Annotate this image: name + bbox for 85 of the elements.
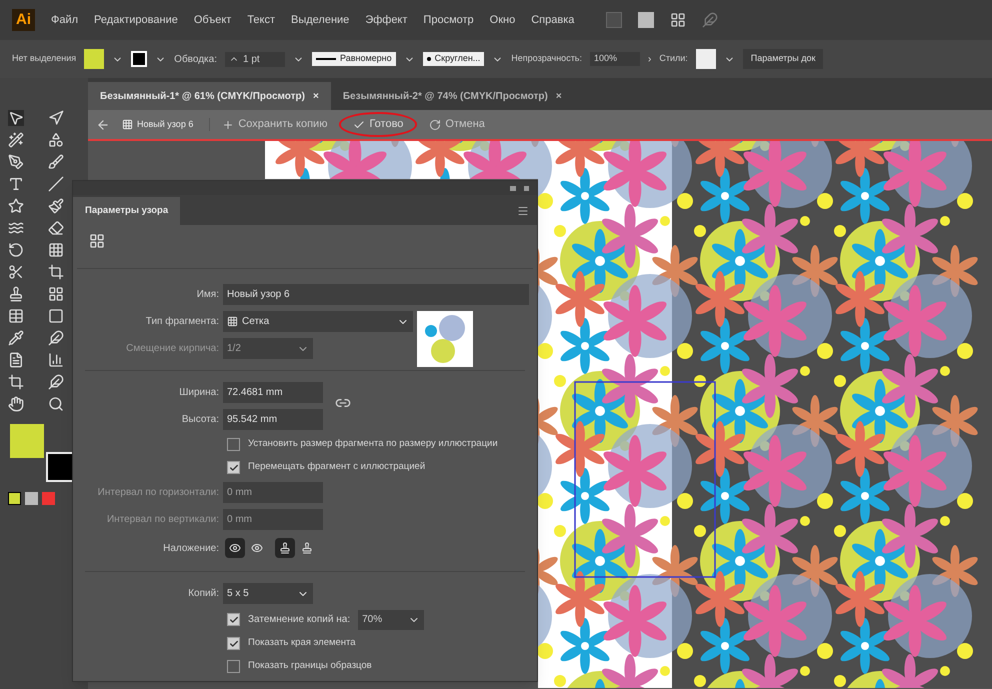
tab-title: Безымянный-1* @ 61% (CMYK/Просмотр) [100,90,305,104]
profile-dropdown[interactable]: Равномерно [312,52,396,66]
checkbox[interactable] [227,461,240,474]
brush-icon[interactable] [48,198,64,214]
line-tool-icon[interactable] [48,176,64,192]
panel-menu-icon[interactable] [517,205,529,217]
checkbox[interactable] [227,613,240,626]
opacity-field[interactable]: 100% [590,52,640,66]
text-field[interactable]: Новый узор 6 [223,284,529,305]
pen-icon[interactable] [8,154,24,170]
field-label: Тип фрагмента: [144,315,220,329]
plus-icon [222,118,234,130]
fill-swatch[interactable] [84,49,104,69]
done-button[interactable]: Готово [339,112,418,137]
pattern-tile-tool-icon[interactable] [89,233,105,249]
pattern-icon [122,119,133,130]
fill-color-swatch[interactable] [10,424,44,458]
checkbox-label: Показать границы образцов [248,659,372,674]
checkbox[interactable] [227,660,240,673]
eye-icon [251,542,263,554]
field-label: Смещение кирпича: [125,342,220,356]
menu-item[interactable]: Редактирование [94,12,178,28]
field-label: Копий: [187,587,220,601]
undo-icon [429,118,442,130]
stroke-swatch[interactable] [131,51,148,67]
checkbox[interactable] [227,637,240,650]
menu-item[interactable]: Просмотр [423,12,474,28]
dropdown[interactable]: 5 x 5 [223,583,313,604]
app-logo: Ai [12,8,35,32]
field-label: Ширина: [178,386,220,400]
workspace-icon[interactable] [670,12,686,28]
brush-dropdown[interactable]: Скруглен... [422,52,484,66]
menu-item[interactable]: Справка [531,12,574,28]
menu-item[interactable]: Выделение [291,12,350,28]
document-setup-button[interactable]: Параметры док [742,49,824,69]
close-tab-button[interactable]: × [556,88,562,104]
panel-tab[interactable]: Параметры узора [73,197,180,225]
eyedropper-icon[interactable] [8,330,24,346]
field-label: Высота: [180,413,220,427]
star-icon[interactable] [8,198,24,214]
dropdown[interactable]: 70% [358,610,424,630]
field-label: Наложение: [162,542,220,556]
stroke-weight-field[interactable]: 1 pt [225,52,285,66]
text-field[interactable]: 95.542 mm [223,409,323,430]
eraser-icon[interactable] [48,220,64,236]
style-swatch[interactable] [696,49,716,69]
graph-icon[interactable] [48,352,64,368]
pattern-name-label: Новый узор 6 [122,118,210,132]
color-mode-icon[interactable] [8,492,21,505]
checkbox-label: Установить размер фрагмента по размеру иллюстрации [248,437,498,452]
field-label: Имя: [196,288,220,302]
menu-item[interactable]: Объект [194,12,232,28]
magic-wand-icon[interactable] [8,132,24,148]
menu-item[interactable]: Эффект [365,12,408,28]
checkbox-label: Перемещать фрагмент с иллюстрацией [248,460,426,474]
styles-label: Стили: [659,52,688,66]
pattern-preview-thumbnail [417,311,473,367]
checkmark-icon [353,118,366,130]
overlap-toggle[interactable] [275,538,295,558]
hand-icon[interactable] [8,396,24,412]
checkbox-label: Затемнение копий на: [248,613,350,627]
zoom-icon[interactable] [48,396,64,412]
overlap-toggle[interactable] [225,538,245,558]
rotate-icon[interactable] [8,242,24,258]
opacity-arrow[interactable]: › [648,52,652,66]
opacity-label: Непрозрачность: [511,52,582,66]
direct-arrow-icon[interactable] [48,110,64,126]
menu-item[interactable]: Текст [247,12,276,28]
field-label: Интервал по горизонтали: [96,486,220,500]
dropdown[interactable]: Сетка [223,311,413,332]
eye-icon [229,542,241,554]
menu-item[interactable]: Файл [51,12,78,28]
menu-item[interactable]: Окно [490,12,516,28]
checkbox[interactable] [227,438,240,451]
text-tool-icon[interactable] [8,176,24,192]
checkbox-label: Показать края элемента [248,636,356,650]
selection-arrow-icon[interactable] [8,110,24,126]
document-tab[interactable]: Безымянный-1* @ 61% (CMYK/Просмотр) × [88,82,331,110]
text-field[interactable]: 72.4681 mm [223,382,323,403]
close-tab-button[interactable]: × [313,88,319,104]
stroke-label: Обводка: [174,52,217,66]
tab-title: Безымянный-2* @ 74% (CMYK/Просмотр) [342,90,548,104]
field-label: Интервал по вертикали: [106,513,220,527]
selection-status: Нет выделения [12,52,76,66]
grid-icon [227,316,238,327]
